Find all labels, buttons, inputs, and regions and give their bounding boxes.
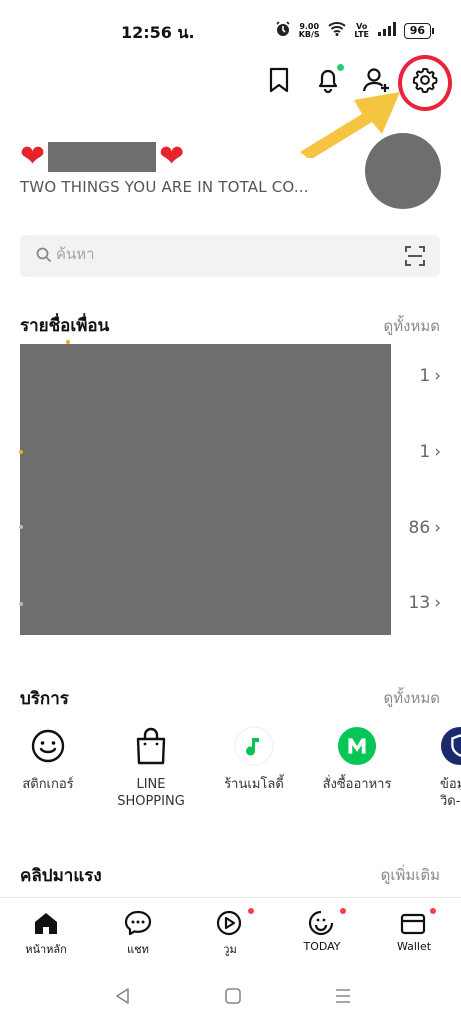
bottom-nav: หน้าหลัก แชท วูม TODAY Wallet (0, 897, 461, 959)
service-label: สั่งซื้ออาหาร (322, 777, 392, 792)
nav-wallet[interactable]: Wallet (368, 908, 460, 953)
friend-status-dot (19, 525, 23, 529)
back-button[interactable] (114, 987, 132, 1009)
friend-group-count: 13 (408, 593, 431, 613)
home-icon (0, 910, 92, 936)
service-line-shopping[interactable]: LINE SHOPPING (103, 720, 199, 810)
chevron-right-icon: › (434, 593, 441, 613)
service-label: สติกเกอร์ (22, 777, 74, 792)
settings-highlight-ring (398, 55, 452, 111)
status-bar: 12:56 น. 9.00 KB/S Vo LTE 96 (0, 0, 461, 56)
friend-group-row[interactable]: 86 › (409, 518, 441, 538)
nav-chat[interactable]: แชท (92, 910, 184, 958)
nav-label: วูม (223, 943, 237, 956)
status-time: 12:56 น. (121, 23, 195, 42)
service-label: ข้อมู วิด- (440, 777, 461, 809)
smiley-icon (28, 726, 68, 766)
service-food-order[interactable]: สั่งซื้ออาหาร (309, 720, 405, 793)
redacted-name (48, 142, 157, 172)
service-stickers[interactable]: สติกเกอร์ (0, 720, 96, 793)
clips-see-more-link[interactable]: ดูเพิ่มเติม (381, 863, 440, 887)
home-system-button[interactable] (224, 987, 242, 1009)
service-covid-info[interactable]: ข้อมู วิด- (412, 720, 461, 810)
system-nav-bar (0, 965, 461, 1024)
shopping-bag-icon (131, 726, 171, 766)
service-label: ร้านเมโลดี้ (224, 777, 284, 792)
chevron-right-icon: › (434, 442, 441, 462)
heart-icon: ❤ (20, 139, 46, 174)
qr-scan-icon[interactable] (404, 245, 426, 271)
bookmark-icon (268, 67, 290, 97)
services-section-title: บริการ (20, 689, 69, 709)
friend-group-row[interactable]: 1 › (419, 366, 441, 386)
melody-icon (234, 726, 274, 766)
friend-group-count: 1 (419, 442, 431, 462)
notification-dot (337, 64, 344, 71)
alarm-icon (275, 21, 291, 40)
friends-see-all-link[interactable]: ดูทั้งหมด (384, 314, 440, 338)
redacted-friends-list (20, 344, 391, 635)
nav-label: หน้าหลัก (25, 943, 67, 956)
service-label: LINE SHOPPING (117, 777, 185, 809)
wallet-icon (368, 908, 460, 936)
clips-section-title: คลิปมาแรง (20, 866, 102, 886)
friend-group-row[interactable]: 13 › (409, 593, 441, 613)
avatar[interactable] (365, 133, 441, 209)
search-input[interactable] (56, 245, 356, 263)
today-icon (276, 908, 368, 936)
heart-icon: ❤ (159, 139, 185, 174)
nav-voom[interactable]: วูม (184, 908, 276, 958)
friend-status-dot (19, 602, 23, 606)
wifi-icon (328, 22, 346, 39)
profile-status-message[interactable]: TWO THINGS YOU ARE IN TOTAL CO... (20, 178, 309, 196)
back-icon (116, 988, 129, 1004)
nav-badge-dot (430, 908, 436, 914)
network-speed: 9.00 KB/S (298, 22, 320, 39)
friends-section-title: รายชื่อเพื่อน (20, 316, 110, 336)
friend-status-dot (19, 450, 23, 454)
services-see-all-link[interactable]: ดูทั้งหมด (384, 686, 440, 710)
network-speed-unit: KB/S (298, 29, 320, 39)
status-icons: 9.00 KB/S Vo LTE 96 (275, 21, 435, 40)
bookmark-button[interactable] (259, 62, 299, 102)
friend-group-count: 1 (419, 366, 431, 386)
volte-indicator: Vo LTE (354, 21, 370, 39)
nav-today[interactable]: TODAY (276, 908, 368, 953)
voom-icon (184, 908, 276, 936)
nav-badge-dot (340, 908, 346, 914)
friend-group-row[interactable]: 1 › (419, 442, 441, 462)
square-icon (225, 988, 241, 1004)
services-row: สติกเกอร์ LINE SHOPPING ร้านเมโลดี้ สั่ง… (0, 720, 461, 820)
food-order-icon (337, 726, 377, 766)
nav-label: แชท (127, 943, 149, 956)
search-bar[interactable] (20, 235, 440, 277)
service-melody[interactable]: ร้านเมโลดี้ (206, 720, 302, 793)
chevron-right-icon: › (434, 366, 441, 386)
covid-info-icon (440, 726, 461, 766)
battery-indicator: 96 (403, 22, 435, 39)
menu-lines-icon (336, 989, 350, 1003)
nav-home[interactable]: หน้าหลัก (0, 910, 92, 958)
chevron-right-icon: › (434, 518, 441, 538)
nav-label: TODAY (303, 940, 341, 953)
search-icon (36, 247, 52, 267)
signal-icon (377, 22, 396, 39)
nav-label: Wallet (396, 940, 432, 953)
friend-group-count: 86 (408, 518, 431, 538)
nav-badge-dot (248, 908, 254, 914)
profile-name[interactable]: ❤ ❤ (20, 140, 184, 174)
recents-button[interactable] (334, 987, 352, 1009)
chat-icon (92, 910, 184, 936)
